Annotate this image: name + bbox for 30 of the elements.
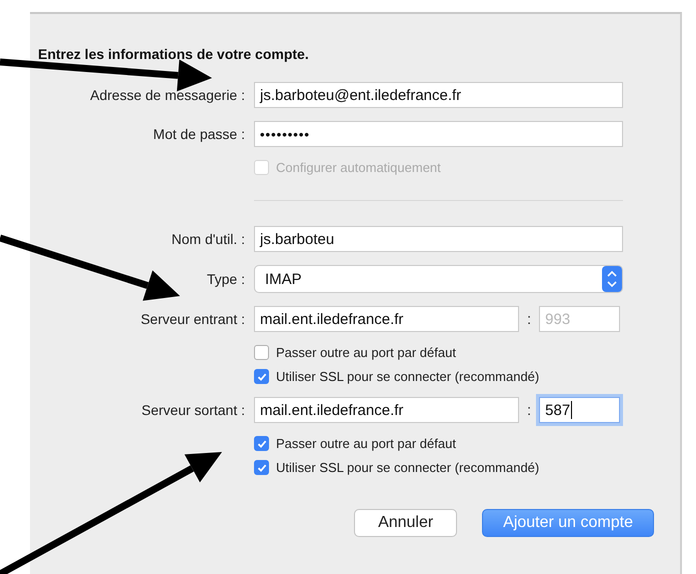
field-label: Nom d'util. :: [172, 231, 245, 247]
checkbox[interactable]: [254, 436, 269, 451]
checkbox-label: Utiliser SSL pour se connecter (recommandé): [276, 460, 540, 475]
field-label: Serveur sortant :: [142, 402, 245, 418]
cancel-button[interactable]: Annuler: [354, 509, 458, 537]
checkbox-label: Passer outre au port par défaut: [276, 436, 456, 451]
checkmark-icon: [256, 462, 266, 472]
input-field[interactable]: mail.ent.iledefrance.fr: [254, 306, 519, 332]
checkmark-icon: [256, 438, 266, 448]
checkbox-label: Utiliser SSL pour se connecter (recommandé): [276, 369, 540, 384]
port-separator: :: [527, 310, 532, 328]
checkbox-label: Passer outre au port par défaut: [276, 345, 456, 360]
port-separator: :: [527, 402, 532, 418]
checkbox[interactable]: [254, 369, 269, 384]
input-field[interactable]: js.barboteu@ent.iledefrance.fr: [254, 82, 623, 108]
field-label: Type :: [206, 271, 245, 287]
checkmark-icon: [256, 372, 266, 382]
field-label: Adresse de messagerie :: [90, 87, 245, 103]
input-field[interactable]: mail.ent.iledefrance.fr: [254, 397, 519, 423]
field-label: Mot de passe :: [153, 126, 245, 142]
form-heading: Entrez les informations de votre compte.: [38, 46, 310, 62]
checkbox[interactable]: [254, 460, 269, 475]
field-label: Serveur entrant :: [140, 311, 245, 327]
port-field[interactable]: 587: [539, 397, 620, 423]
password-field[interactable]: •••••••••: [254, 121, 623, 147]
checkbox-label: Configurer automatiquement: [276, 160, 441, 175]
input-field[interactable]: js.barboteu: [254, 226, 623, 252]
stepper-icon: [602, 266, 622, 292]
checkbox[interactable]: [254, 345, 269, 360]
type-dropdown[interactable]: IMAP: [254, 265, 623, 293]
